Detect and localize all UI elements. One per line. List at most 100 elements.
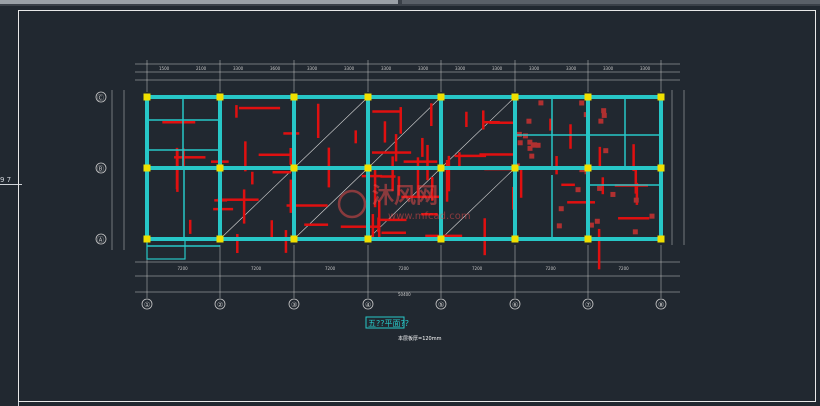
watermark-main: 沐风网 [372,184,438,209]
stair-mark-0 [597,185,603,191]
drawing-title: 五??平面?? [368,319,409,328]
axis-label-x-1: ② [217,301,223,309]
rebar-mark-19 [618,217,650,220]
stair-mark-27 [529,153,535,159]
column-6-1 [584,164,592,172]
rebar-mark-77 [561,183,575,187]
rebar-mark-50 [251,171,254,185]
stair-mark-3 [579,100,585,106]
rebar-mark-22 [284,230,288,253]
column-5-1 [511,164,519,172]
axis-label-y-0: Ⓒ [97,94,104,102]
rebar-mark-21 [258,153,293,157]
axis-label-y-1: Ⓑ [97,165,104,173]
rebar-mark-47 [403,160,438,163]
column-4-0 [437,93,445,101]
rebar-mark-66 [289,147,292,165]
rebar-mark-11 [270,220,274,240]
column-5-0 [511,93,519,101]
column-1-1 [216,164,224,172]
rebar-mark-53 [304,223,329,226]
column-2-0 [290,93,298,101]
dim-label-top-4: 3300 [307,66,318,71]
slab-diagonal-5 [440,96,516,169]
column-3-0 [364,93,372,101]
dim-label-top-1: 2100 [196,66,207,71]
axis-label-x-7: ⑧ [658,301,664,309]
column-1-2 [216,235,224,243]
rebar-mark-37 [188,219,192,234]
column-3-1 [364,164,372,172]
column-2-2 [290,235,298,243]
stair-mark-10 [633,197,639,203]
rebar-mark-49 [482,120,500,124]
slab-diagonal-0 [219,167,295,240]
balcony-outline [146,238,186,260]
stair-mark-16 [598,118,604,124]
axis-label-x-0: ① [144,301,150,309]
stair-mark-28 [558,206,564,212]
rebar-mark-28 [235,105,238,118]
rebar-mark-8 [236,234,239,254]
column-0-2 [143,235,151,243]
rebar-mark-5 [238,106,281,110]
beam-row-2 [147,237,661,241]
watermark-url: www.mfcad.com [388,211,471,222]
rebar-mark-17 [283,132,300,135]
watermark: 沐风网 www.mfcad.com [337,184,471,222]
stair-mark-8 [538,100,544,106]
axis-label-x-3: ④ [365,301,371,309]
stair-mark-24 [526,118,532,124]
rebar-mark-52 [242,189,246,224]
column-6-0 [584,93,592,101]
axis-label-x-6: ⑦ [585,301,591,309]
column-7-1 [657,164,665,172]
drawing-title-block: 五??平面?? 本层板厚=120mm [365,316,442,342]
rebar-mark-14 [174,156,206,159]
axis-label-y-2: Ⓐ [97,236,104,244]
dim-label-bottom-6: 7200 [619,266,630,271]
rebar-mark-58 [380,175,396,178]
dim-label-top-12: 3300 [603,66,614,71]
rebar-mark-75 [598,146,602,167]
dim-label-top-5: 3300 [344,66,355,71]
stair-mark-12 [517,140,523,146]
rebar-mark-54 [569,124,572,149]
dim-label-bottom-2: 7200 [325,266,336,271]
dim-label-top-2: 3300 [233,66,244,71]
watermark-logo-icon [337,189,367,219]
column-4-2 [437,235,445,243]
dim-label-top-13: 3300 [640,66,651,71]
rebar-mark-55 [601,177,605,195]
dim-label-bottom-5: 7200 [546,266,557,271]
rebar-mark-62 [519,166,523,198]
rebar-mark-59 [354,130,357,144]
dim-label-bottom-4: 7200 [472,266,483,271]
stair-mark-14 [603,148,609,154]
rebar-mark-61 [421,137,424,157]
stair-mark-4 [601,112,607,118]
rebar-mark-68 [289,179,293,213]
rebar-mark-46 [479,153,515,156]
dim-label-top-3: 3600 [270,66,281,71]
dim-label-bottom-1: 7200 [251,266,262,271]
column-7-2 [657,235,665,243]
floor-plan-drawing[interactable]: 7200 7200 7200 7200 7200 7200 7200 50400 1500 210… [0,0,820,406]
dim-label-top-9: 3300 [492,66,503,71]
rebar-mark-20 [430,103,433,127]
dim-label-top-11: 3300 [566,66,577,71]
dim-label-top-6: 3300 [381,66,392,71]
rebar-mark-79 [272,170,292,174]
dim-label-top-8: 3300 [455,66,466,71]
rebar-mark-25 [213,207,234,211]
dim-label-bottom-0: 7200 [178,266,189,271]
stair-mark-25 [535,142,541,148]
column-6-2 [584,235,592,243]
rebar-mark-27 [483,218,486,256]
stair-mark-26 [530,142,536,148]
beam-row-0 [147,95,661,99]
rebar-mark-26 [162,121,196,124]
beam-grid [145,95,663,260]
rebar-mark-7 [361,174,383,178]
dim-label-bottom-3: 7200 [399,266,410,271]
